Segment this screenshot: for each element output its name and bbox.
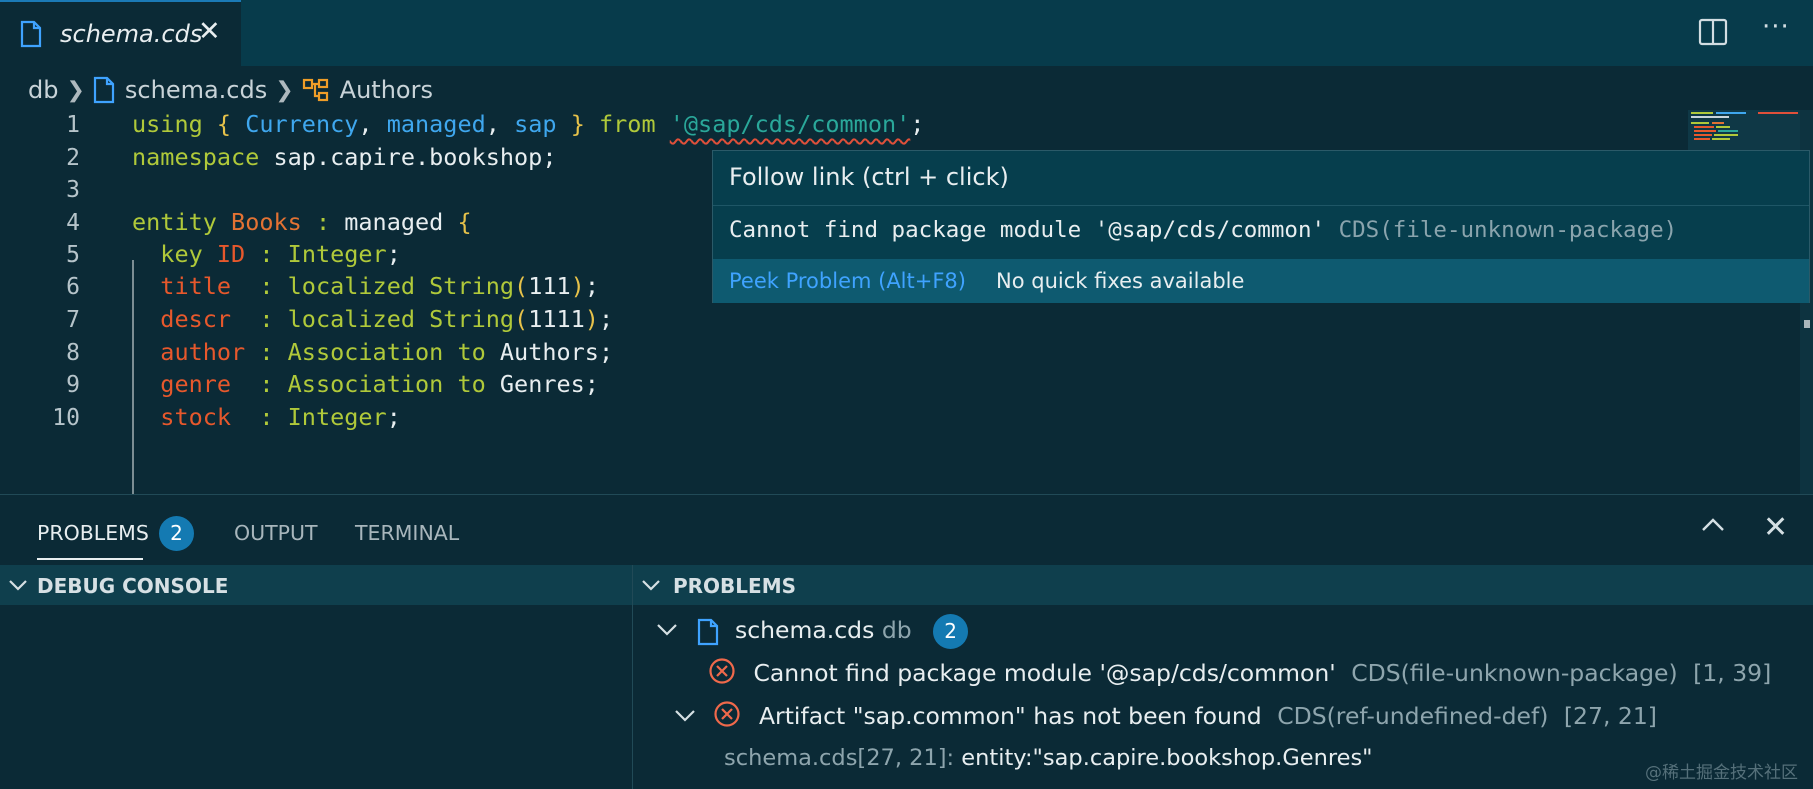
problem-location: [27, 21] [1563,701,1657,730]
problems-section-title: PROBLEMS [673,574,797,598]
tab-label: schema.cds [60,20,203,48]
line-number: 3 [66,177,80,203]
watermark: @稀土掘金技术社区 [1645,763,1798,783]
code-line-1: using { Currency, managed, sap } from '@… [132,110,925,138]
code-line-7: descr : localized String(1111); [160,305,614,333]
minimap[interactable] [1688,110,1800,150]
tab-terminal[interactable]: TERMINAL [355,521,459,545]
hover-popup: Follow link (ctrl + click) Cannot find p… [712,150,1810,303]
related-location: schema.cds[27, 21]: [724,745,955,771]
problems-file-row[interactable]: schema.cds db 2 [656,614,969,649]
symbol-class-icon [302,78,328,102]
line-number: 9 [66,372,80,398]
line-number: 6 [66,274,80,300]
code-line-2: namespace sap.capire.bookshop; [132,143,557,171]
problems-count-badge: 2 [159,516,194,551]
chevron-right-icon: ❯ [66,77,85,103]
panel-divider [632,565,633,789]
problems-file-folder: db [881,616,912,644]
line-number: 1 [66,112,80,138]
problem-code: CDS(file-unknown-package) [1351,658,1678,687]
code-line-9: genre : Association to Genres; [160,370,599,398]
code-line-4: entity Books : managed { [132,208,472,236]
code-line-6: title : localized String(111); [160,272,599,300]
code-line-5: key ID : Integer; [160,240,401,268]
problem-item[interactable]: Artifact "sap.common" has not been found… [674,700,1657,734]
line-number: 4 [66,210,80,236]
problem-location: [1, 39] [1693,658,1772,687]
breadcrumb: db ❯ schema.cds ❯ Authors [28,74,433,106]
line-number: 2 [66,145,80,171]
tab-schema-cds[interactable]: schema.cds ✕ [0,0,241,66]
hover-status-bar: Peek Problem (Alt+F8) No quick fixes ava… [713,259,1809,303]
chevron-up-icon[interactable] [1700,515,1726,539]
chevron-down-icon [8,576,28,598]
chevron-down-icon [641,576,661,598]
file-problem-count-badge: 2 [933,614,969,649]
tab-output[interactable]: OUTPUT [234,521,318,545]
error-squiggle: '@sap/cds/common' [669,110,911,138]
code-line-10: stock : Integer; [160,403,401,431]
error-icon [708,657,736,691]
breadcrumb-file[interactable]: schema.cds [125,76,267,104]
peek-problem-link[interactable]: Peek Problem (Alt+F8) [729,269,966,293]
divider [713,205,1809,206]
close-icon[interactable]: ✕ [198,18,221,45]
scrollbar-thumb[interactable] [1804,320,1810,328]
line-number: 8 [66,340,80,366]
problems-section-header[interactable]: PROBLEMS [633,565,1813,605]
problem-item[interactable]: Cannot find package module '@sap/cds/com… [708,657,1771,691]
bottom-panel: PROBLEMS 2 OUTPUT TERMINAL ✕ DEBUG CONSO… [0,494,1813,789]
split-editor-icon[interactable] [1698,17,1728,51]
breadcrumb-symbol[interactable]: Authors [340,76,433,104]
problem-message: Artifact "sap.common" has not been found [758,701,1262,730]
code-line-8: author : Association to Authors; [160,338,614,366]
line-number: 5 [66,242,80,268]
more-actions-icon[interactable]: ··· [1762,12,1790,42]
line-number: 7 [66,307,80,333]
breadcrumb-folder[interactable]: db [28,76,58,104]
chevron-down-icon [656,616,678,644]
chevron-right-icon: ❯ [275,77,294,103]
follow-link-hint[interactable]: Follow link (ctrl + click) [729,163,1009,191]
close-icon[interactable]: ✕ [1763,513,1788,543]
hover-error-code: CDS(file-unknown-package) [1338,217,1678,243]
file-icon [93,76,115,104]
problem-code: CDS(ref-undefined-def) [1277,701,1549,730]
file-icon [697,616,719,645]
problem-message: Cannot find package module '@sap/cds/com… [753,658,1336,687]
no-quick-fixes-label: No quick fixes available [996,269,1245,293]
related-detail: entity:"sap.capire.bookshop.Genres" [961,745,1373,771]
active-tab-indicator [37,558,143,560]
panel-tab-bar: PROBLEMS 2 OUTPUT TERMINAL ✕ [0,495,1813,565]
line-number: 10 [52,405,80,431]
tab-problems[interactable]: PROBLEMS [37,521,149,545]
related-information-item[interactable]: schema.cds[27, 21]: entity:"sap.capire.b… [724,745,1373,771]
editor-tab-bar: schema.cds ✕ ··· [0,0,1813,66]
hover-error-message: Cannot find package module '@sap/cds/com… [729,217,1678,243]
debug-console-title: DEBUG CONSOLE [37,574,229,598]
chevron-down-icon [674,702,696,730]
debug-console-header[interactable]: DEBUG CONSOLE [0,565,632,605]
file-icon [20,20,42,52]
problems-file-name: schema.cds [734,616,875,644]
error-icon [713,700,741,734]
